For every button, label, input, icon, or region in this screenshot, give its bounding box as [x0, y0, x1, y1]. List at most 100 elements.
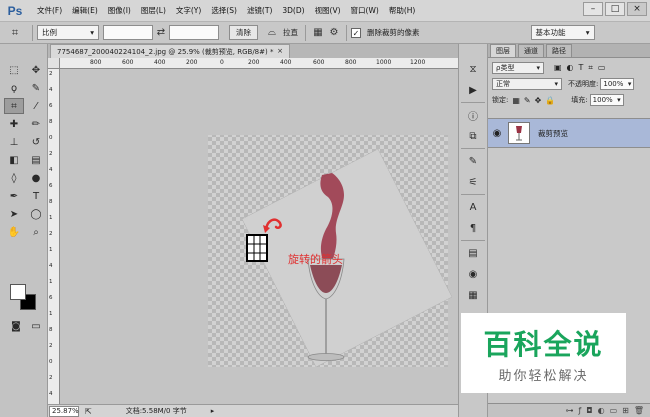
menu-select[interactable]: 选择(S) [206, 5, 242, 16]
menu-layer[interactable]: 图层(L) [136, 5, 171, 16]
adjustment-layer-icon[interactable]: ◐ [598, 406, 605, 415]
canvas[interactable]: 旋转的箭头 [60, 69, 458, 404]
zoom-tool-icon[interactable]: ⌕ [26, 224, 46, 240]
pen-tool-icon[interactable]: ✒ [4, 188, 24, 204]
character-panel-icon[interactable]: A [462, 198, 484, 216]
brush-panel-icon[interactable]: ✎ [462, 152, 484, 170]
gear-icon[interactable]: ⚙ [326, 25, 342, 41]
ruler-tick: 0 [49, 135, 53, 141]
export-icon[interactable]: ⇱ [85, 407, 92, 416]
history-panel-icon[interactable]: ⧖ [462, 60, 484, 78]
ruler-tick: 6 [49, 103, 53, 109]
3d-panel-icon[interactable]: ◉ [462, 265, 484, 283]
ruler-tick: 4 [49, 87, 53, 93]
healing-brush-tool-icon[interactable]: ✚ [4, 116, 24, 132]
type-tool-icon[interactable]: T [26, 188, 46, 204]
crop-tool-icon[interactable]: ⌗ [4, 98, 24, 114]
info-panel-icon[interactable]: ⓘ [462, 106, 484, 124]
path-selection-tool-icon[interactable]: ➤ [4, 206, 24, 222]
tab-paths[interactable]: 路径 [546, 44, 572, 57]
quick-select-tool-icon[interactable]: ✎ [26, 80, 46, 96]
clone-stamp-tool-icon[interactable]: ⊥ [4, 134, 24, 150]
filter-type-icons[interactable]: ▣◐T⌗▭ [554, 63, 611, 73]
divider [305, 24, 306, 41]
visibility-eye-icon[interactable]: ◉ [488, 128, 506, 139]
marquee-tool-icon[interactable]: ⬚ [4, 62, 24, 78]
eraser-tool-icon[interactable]: ◧ [4, 152, 24, 168]
brush-tool-icon[interactable]: ✏ [26, 116, 46, 132]
history-brush-tool-icon[interactable]: ↺ [26, 134, 46, 150]
options-bar: ⌗ 比例 ▾ ⇄ 清除 ⌓ 拉直 ▦ ⚙ ✓ 删除裁剪的像素 基本功能 ▾ [0, 22, 650, 44]
menu-image[interactable]: 图像(I) [103, 5, 136, 16]
close-button[interactable]: × [627, 2, 647, 16]
actions-play-icon[interactable]: ▶ [462, 81, 484, 99]
tab-channels[interactable]: 通道 [518, 44, 544, 57]
menu-help[interactable]: 帮助(H) [384, 5, 421, 16]
lock-options-icons[interactable]: ▦✎✥🔒 [512, 96, 559, 105]
workspace-select[interactable]: 基本功能 ▾ [530, 25, 595, 40]
hand-tool-icon[interactable]: ✋ [4, 224, 24, 240]
layers-panel-tabs: 图层 通道 路径 [488, 44, 650, 58]
tab-layers[interactable]: 图层 [490, 44, 516, 57]
eyedropper-tool-icon[interactable]: ⁄ [26, 98, 46, 114]
brush-presets-icon[interactable]: ⚟ [462, 173, 484, 191]
paragraph-panel-icon[interactable]: ¶ [462, 219, 484, 237]
ruler-tick: 4 [49, 263, 53, 269]
menu-edit[interactable]: 编辑(E) [67, 5, 103, 16]
add-mask-icon[interactable]: ◘ [586, 406, 592, 415]
notes-panel-icon[interactable]: ▤ [462, 244, 484, 262]
link-layers-icon[interactable]: ⊶ [565, 406, 573, 415]
overlay-grid-icon[interactable]: ▦ [310, 25, 326, 41]
foreground-color-swatch[interactable] [10, 284, 26, 300]
menu-file[interactable]: 文件(F) [32, 5, 67, 16]
clear-button[interactable]: 清除 [229, 25, 258, 40]
height-input[interactable] [169, 25, 219, 40]
lasso-tool-icon[interactable]: ϙ [4, 80, 24, 96]
quick-mask-icon[interactable]: ◙ [6, 318, 26, 334]
ratio-select[interactable]: 比例 ▾ [37, 25, 99, 40]
maximize-button[interactable]: □ [605, 2, 625, 16]
status-menu-arrow-icon[interactable]: ▸ [211, 407, 215, 415]
new-group-icon[interactable]: ▭ [610, 406, 618, 415]
ruler-tick: 1 [49, 311, 53, 317]
menu-3d[interactable]: 3D(D) [277, 6, 309, 15]
minimize-button[interactable]: – [583, 2, 603, 16]
new-layer-icon[interactable]: ⊞ [622, 406, 629, 415]
ruler-tick: 200 [248, 59, 260, 66]
ellipse-tool-icon[interactable]: ◯ [26, 206, 46, 222]
clone-source-icon[interactable]: ⧉ [462, 127, 484, 145]
trash-icon[interactable]: 🗑 [634, 406, 644, 415]
blur-tool-icon[interactable]: ◊ [4, 170, 24, 186]
delete-pixels-checkbox[interactable]: ✓ [351, 27, 361, 38]
dodge-tool-icon[interactable]: ● [26, 170, 46, 186]
menu-window[interactable]: 窗口(W) [346, 5, 384, 16]
close-tab-icon[interactable]: × [277, 47, 283, 56]
watermark-subtitle: 助你轻松解决 [498, 368, 589, 384]
swatches-panel-icon[interactable]: ▦ [462, 286, 484, 304]
ruler-tick: 0 [49, 359, 53, 365]
ruler-tick: 1 [49, 247, 53, 253]
crop-tool-preset-icon[interactable]: ⌗ [2, 24, 28, 42]
screen-mode-icon[interactable]: ▭ [26, 318, 46, 334]
menu-view[interactable]: 视图(V) [310, 5, 346, 16]
ruler-tick: 2 [49, 343, 53, 349]
gradient-tool-icon[interactable]: ▤ [26, 152, 46, 168]
status-bar: 25.87% ⇱ 文档:5.58M/0 字节 ▸ [48, 404, 458, 417]
menu-filter[interactable]: 滤镜(T) [242, 5, 277, 16]
divider [461, 240, 485, 241]
straighten-icon[interactable]: ⌓ [264, 25, 280, 41]
opacity-input[interactable]: 100% ▾ [600, 78, 635, 90]
width-input[interactable] [103, 25, 153, 40]
layer-filter-select[interactable]: ρ类型 ▾ [492, 62, 544, 74]
fill-input[interactable]: 100% ▾ [589, 94, 624, 106]
ruler-tick: 200 [186, 59, 198, 66]
menu-type[interactable]: 文字(Y) [171, 5, 206, 16]
crop-handle-icon [246, 234, 268, 262]
fx-icon[interactable]: ƒ [578, 406, 581, 415]
swap-icon[interactable]: ⇄ [153, 25, 169, 41]
zoom-level-input[interactable]: 25.87% [49, 405, 79, 417]
blend-mode-select[interactable]: 正常 ▾ [492, 78, 562, 90]
move-tool-icon[interactable]: ✥ [26, 62, 46, 78]
document-tab[interactable]: 7754687_200040224104_2.jpg @ 25.9% (裁剪预览… [50, 44, 290, 58]
layer-item[interactable]: ◉ 裁剪预览 [488, 118, 650, 148]
